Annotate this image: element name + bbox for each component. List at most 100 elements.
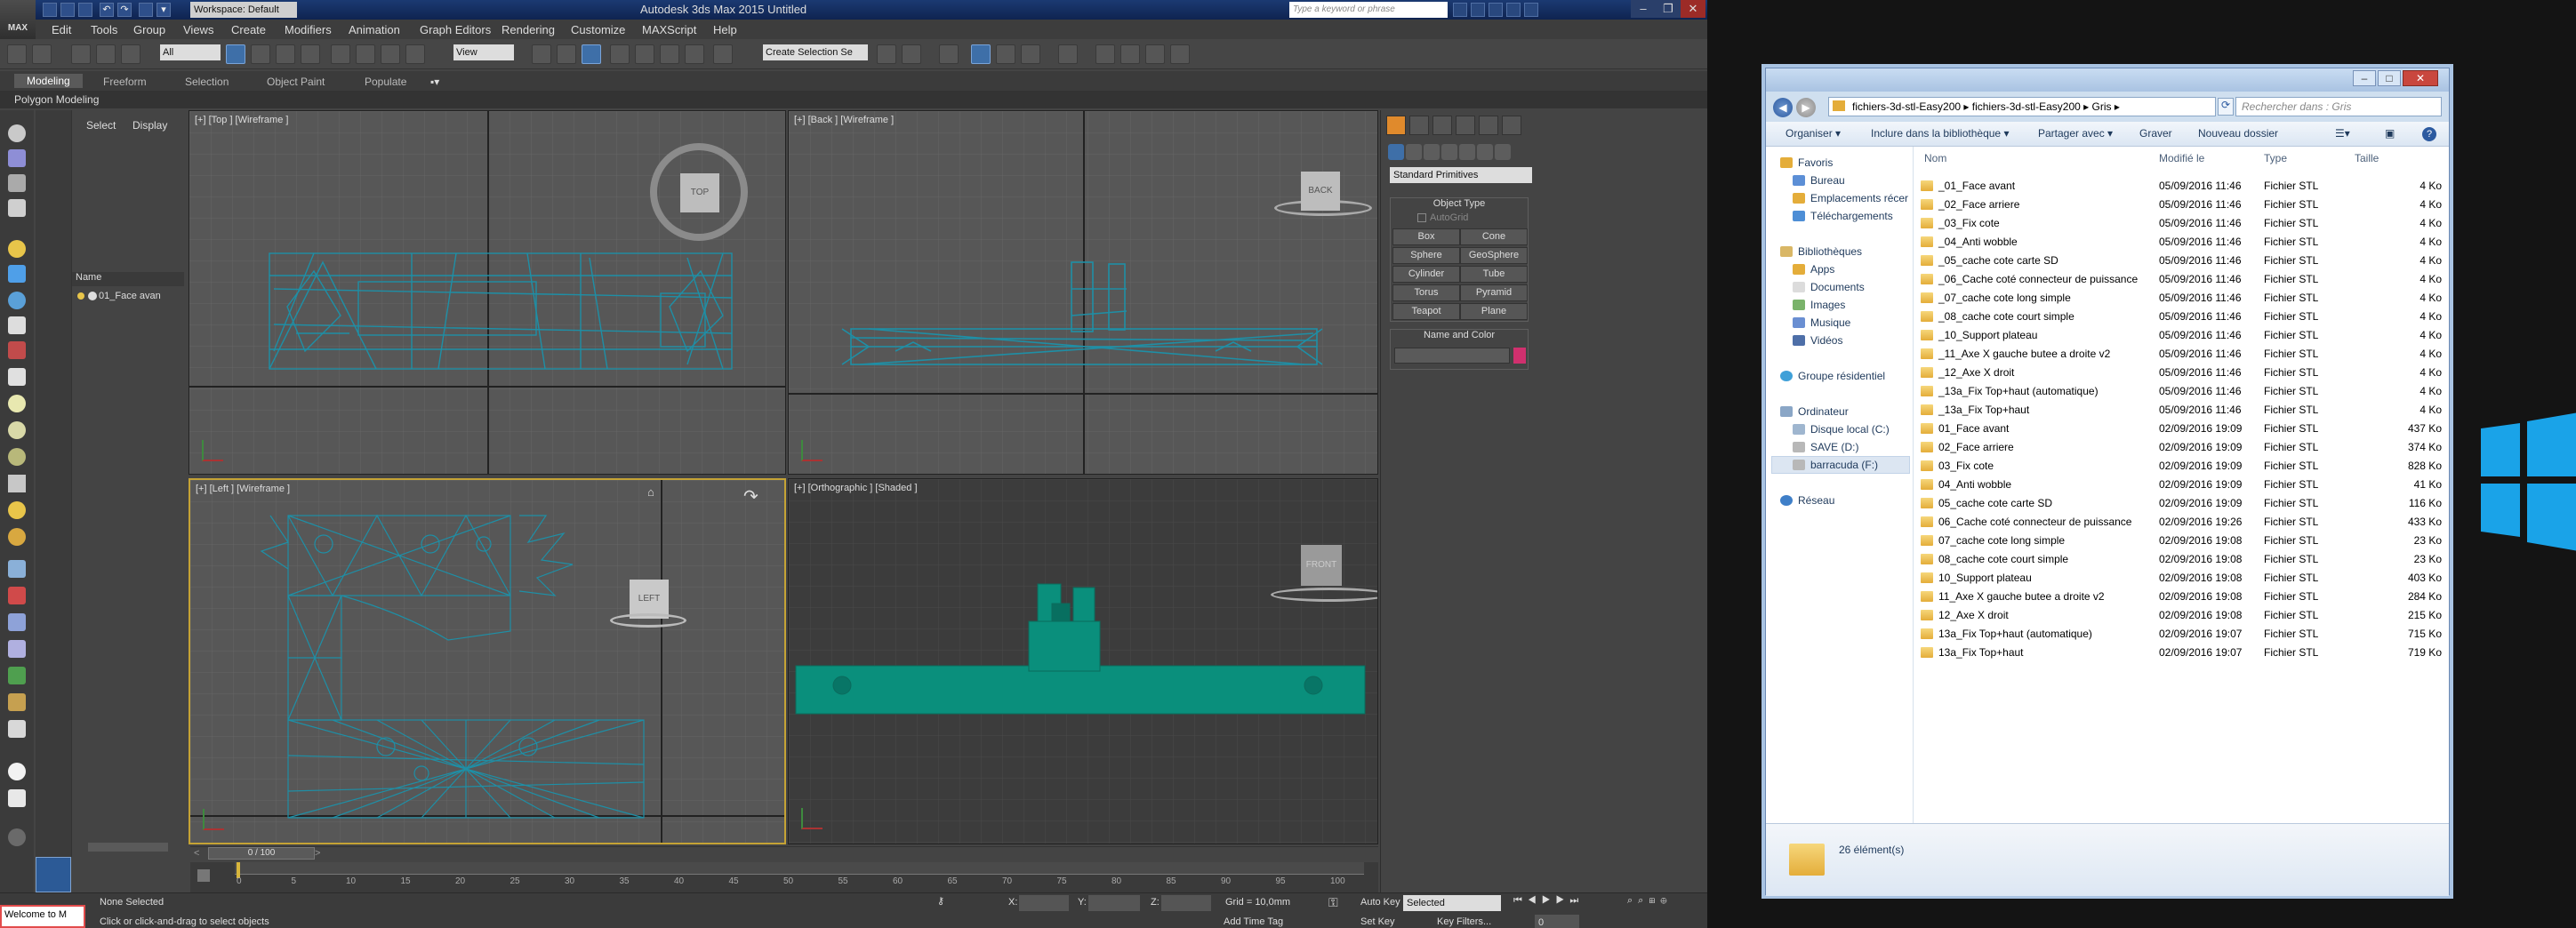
menu-create[interactable]: Create [231,23,266,36]
nav-drive-d[interactable]: SAVE (D:) [1810,441,1858,453]
geosphere-button[interactable]: GeoSphere [1460,247,1528,264]
modify-tab-icon[interactable] [1409,116,1429,135]
ribbon-tab-populate[interactable]: Populate [365,76,406,88]
box-button[interactable]: Box [1392,228,1460,245]
viewport-left[interactable]: [+] [Left ] [Wireframe ] LEFT ⌂ ↷ [189,478,786,844]
object-color-swatch[interactable] [1513,348,1526,364]
foliage-icon[interactable] [8,667,26,684]
scene-explorer-toggle-icon[interactable] [939,44,959,64]
forward-icon[interactable]: ▶ [1796,98,1816,117]
open-file-icon[interactable] [60,3,75,17]
file-row[interactable]: 03_Fix cote 02/09/2016 19:09 Fichier STL 82… [1914,457,2449,476]
quick-access-dropdown-icon[interactable]: ▾ [156,3,171,17]
ribbon-tab-selection[interactable]: Selection [185,76,229,88]
viewcube-ring[interactable] [1271,588,1377,602]
name-and-color-title[interactable]: Name and Color [1391,330,1528,340]
menu-help[interactable]: Help [713,23,737,36]
file-row[interactable]: 12_Axe X droit 02/09/2016 19:08 Fichier ST… [1914,606,2449,625]
explorer-column-name[interactable]: Name [72,272,184,286]
nav-apps[interactable]: Apps [1810,263,1834,276]
file-row[interactable]: 05_cache cote carte SD 02/09/2016 19:09 Fi… [1914,494,2449,513]
geometry-icon[interactable] [1388,144,1404,160]
object-name-input[interactable] [1394,348,1510,364]
menu-maxscript[interactable]: MAXScript [642,23,696,36]
help-icon[interactable]: ? [2422,127,2436,141]
menu-rendering[interactable]: Rendering [502,23,555,36]
polygon-modeling-panel[interactable]: Polygon Modeling [0,91,1707,108]
ribbon-tab-modeling[interactable]: Modeling [14,74,83,88]
explorer-tab-select[interactable]: Select [86,119,116,132]
select-object-icon[interactable] [226,44,245,64]
cylinder-primitive-icon[interactable] [8,395,26,412]
tube-button[interactable]: Tube [1460,266,1528,283]
home-icon[interactable]: ⌂ [647,485,654,499]
render-production-icon[interactable] [1170,44,1190,64]
add-time-tag[interactable]: Add Time Tag [1224,916,1283,927]
current-frame-field[interactable]: 0 [1535,915,1579,928]
menu-modifiers[interactable]: Modifiers [285,23,332,36]
camera-icon[interactable] [8,265,26,283]
select-rotate-icon[interactable] [356,44,375,64]
autogrid-checkbox[interactable]: AutoGrid [1417,212,1468,223]
create-tab-icon[interactable] [1386,116,1406,135]
menu-graph-editors[interactable]: Graph Editors [420,23,491,36]
star-icon[interactable] [1489,3,1503,17]
nav-videos[interactable]: Vidéos [1810,334,1842,347]
workspace-selector[interactable]: Workspace: Default [190,2,297,18]
named-selection-sets-dropdown[interactable]: Create Selection Se [763,44,868,60]
nav-images[interactable]: Images [1810,299,1845,311]
teapot-button[interactable]: Teapot [1392,303,1460,320]
keyboard-shortcut-override-icon[interactable] [582,44,601,64]
help-search-input[interactable]: Type a keyword or phrase [1289,2,1448,18]
select-by-name-icon[interactable] [251,44,270,64]
column-name[interactable]: Nom [1924,152,1946,164]
viewport-orthographic[interactable]: [+] [Orthographic ] [Shaded ] FRONT [788,478,1378,844]
restore-button[interactable]: ❐ [1656,0,1681,18]
angle-snap-icon[interactable] [635,44,654,64]
selection-filter-dropdown[interactable]: All [160,44,221,60]
track-bar[interactable]: 0 5 10 15 20 25 30 35 40 45 50 55 60 65 70 75 80 85 90 95 10… [190,862,1378,894]
nav-homegroup[interactable]: Groupe résidentiel [1798,370,1885,382]
helper-icon[interactable] [8,292,26,309]
viewcube-back[interactable]: BACK [1301,172,1340,211]
breadcrumb[interactable]: fichiers-3d-stl-Easy200 ▸ fichiers-3d-st… [1828,97,2216,116]
explorer-minimize-button[interactable]: – [2353,70,2376,86]
time-prev-arrow[interactable]: < [194,848,199,859]
file-row[interactable]: _07_cache cote long simple 05/09/2016 11:… [1914,289,2449,308]
pyramid-button[interactable]: Pyramid [1460,284,1528,301]
light-icon[interactable] [8,240,26,258]
file-row[interactable]: _13a_Fix Top+haut 05/09/2016 11:46 Fichier… [1914,401,2449,420]
y-coordinate-field[interactable] [1088,895,1140,911]
close-button[interactable]: ✕ [1681,0,1705,18]
select-scale-icon[interactable] [381,44,400,64]
systems-icon[interactable] [8,341,26,359]
file-row[interactable]: _06_Cache coté connecteur de puissance 05… [1914,270,2449,289]
place-icon[interactable] [405,44,425,64]
nav-recent-places[interactable]: Emplacements récer [1810,192,1908,204]
shapes-icon[interactable] [8,149,26,167]
omni-light-icon[interactable] [8,501,26,519]
edit-named-selection-icon[interactable] [713,44,733,64]
pivot-center-icon[interactable] [532,44,551,64]
file-row[interactable]: 11_Axe X gauche butee a droite v2 02/09/2… [1914,588,2449,606]
crowd-icon[interactable] [8,613,26,631]
viewport-top[interactable]: [+] [Top ] [Wireframe ] TOP [189,110,786,475]
torus-button[interactable]: Torus [1392,284,1460,301]
file-row[interactable]: 04_Anti wobble 02/09/2016 19:09 Fichier ST… [1914,476,2449,494]
snaps-toggle-icon[interactable] [610,44,630,64]
file-row[interactable]: _10_Support plateau 05/09/2016 11:46 Fichi… [1914,326,2449,345]
time-slider-thumb[interactable]: 0 / 100 [208,847,315,860]
file-row[interactable]: _01_Face avant 05/09/2016 11:46 Fichier ST… [1914,177,2449,196]
nav-music[interactable]: Musique [1810,316,1850,329]
z-coordinate-field[interactable] [1161,895,1211,911]
file-row[interactable]: _04_Anti wobble 05/09/2016 11:46 Fichier S… [1914,233,2449,252]
project-folder-icon[interactable] [139,3,153,17]
shapes-icon[interactable] [1406,144,1422,160]
column-modified[interactable]: Modifié le [2159,152,2204,164]
nav-drive-c[interactable]: Disque local (C:) [1810,423,1890,436]
ribbon-tab-object-paint[interactable]: Object Paint [267,76,325,88]
curve-editor-icon[interactable] [1021,44,1040,64]
plane-button[interactable]: Plane [1460,303,1528,320]
explorer-maximize-button[interactable]: □ [2378,70,2401,86]
scene-object-row[interactable]: 01_Face avan [72,288,184,304]
